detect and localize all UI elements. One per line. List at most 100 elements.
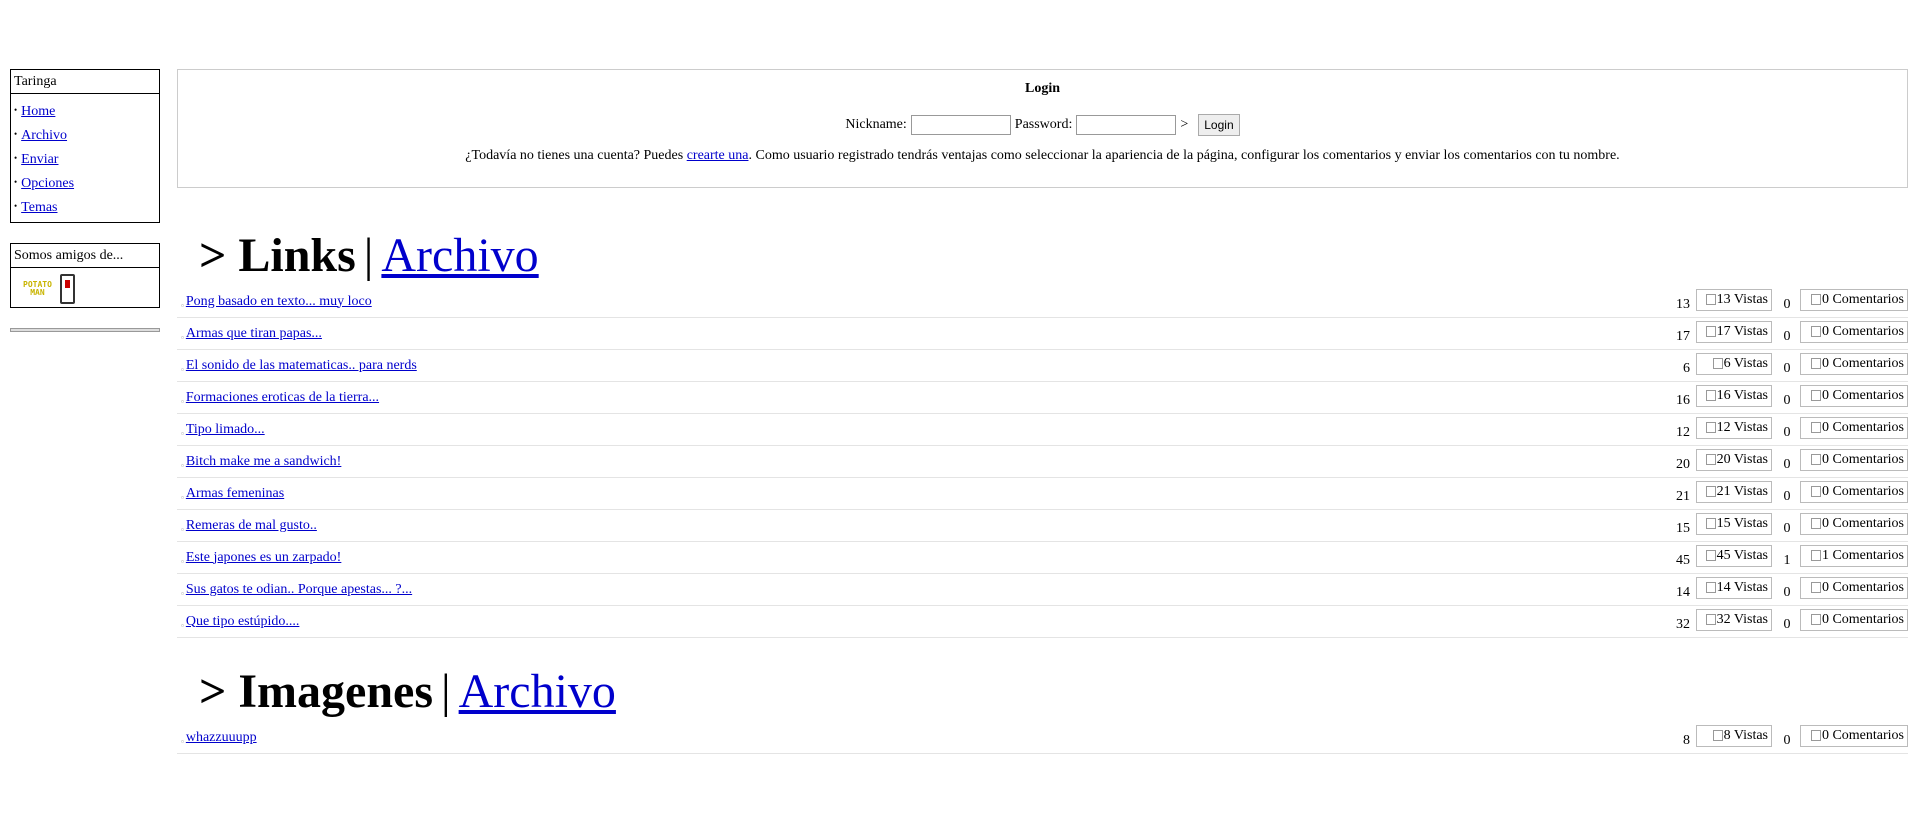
links-archive-link[interactable]: Archivo xyxy=(381,229,538,282)
views-alt-text: 16 Vistas xyxy=(1716,387,1768,403)
images-heading: > Imagenes | Archivo xyxy=(199,668,1908,716)
comments-alt-text: 0 Comentarios xyxy=(1821,323,1904,339)
views-count: 6 xyxy=(1683,360,1690,376)
views-image: 15 Vistas xyxy=(1696,512,1772,535)
comments-image[interactable]: 0 Comentarios xyxy=(1800,608,1908,631)
item-link[interactable]: whazzuuupp xyxy=(186,730,257,745)
item-marker-icon: ▫ xyxy=(181,332,184,342)
comments-count: 0 xyxy=(1783,732,1791,748)
item-title-cell: ▫ Este japones es un zarpado! xyxy=(177,550,1660,566)
sidebar-item-opciones: • Opciones xyxy=(14,171,156,195)
views-count: 12 xyxy=(1676,424,1690,440)
comments-image[interactable]: 0 Comentarios xyxy=(1800,480,1908,503)
item-link[interactable]: Sus gatos te odian.. Porque apestas... ?… xyxy=(186,582,412,597)
item-link[interactable]: Armas femeninas xyxy=(186,486,284,501)
list-item: ▫ Tipo limado... 12 12 Vistas 0 0 Comentarios xyxy=(177,414,1908,446)
item-marker-icon: ▫ xyxy=(181,588,184,598)
sidebar-nav: • Home • Archivo • Enviar • Opciones • Temas xyxy=(11,94,159,222)
nickname-input[interactable] xyxy=(910,115,1011,135)
comments-alt-text: 0 Comentarios xyxy=(1821,387,1904,403)
comments-image[interactable]: 0 Comentarios xyxy=(1800,512,1908,535)
broken-image-icon xyxy=(1810,550,1821,561)
comments-count: 0 xyxy=(1783,584,1791,600)
login-button[interactable]: Login xyxy=(1198,114,1240,136)
comments-count: 0 xyxy=(1783,328,1791,344)
sidebar-link-home[interactable]: Home xyxy=(21,104,55,119)
empty-box xyxy=(10,328,160,332)
broken-image-icon xyxy=(1810,358,1821,369)
item-title-cell: ▫ whazzuuupp xyxy=(177,730,1660,746)
item-marker-icon: ▫ xyxy=(181,396,184,406)
views-count: 32 xyxy=(1676,616,1690,632)
item-link[interactable]: El sonido de las matematicas.. para nerd… xyxy=(186,358,417,373)
comments-count: 0 xyxy=(1783,296,1791,312)
sidebar: Taringa • Home • Archivo • Enviar • Opciones… xyxy=(10,69,160,332)
views-alt-text: 17 Vistas xyxy=(1716,323,1768,339)
comments-image[interactable]: 0 Comentarios xyxy=(1800,448,1908,471)
bullet-icon: • xyxy=(14,105,18,115)
item-link[interactable]: Que tipo estúpido.... xyxy=(186,614,300,629)
comments-image[interactable]: 0 Comentarios xyxy=(1800,352,1908,375)
comments-image[interactable]: 0 Comentarios xyxy=(1800,576,1908,599)
friends-title: Somos amigos de... xyxy=(11,244,159,268)
password-label: Password: xyxy=(1014,117,1073,132)
links-heading-title: Links xyxy=(238,229,356,282)
item-link[interactable]: Armas que tiran papas... xyxy=(186,326,322,341)
item-link[interactable]: Pong basado en texto... muy loco xyxy=(186,294,372,309)
comments-image[interactable]: 0 Comentarios xyxy=(1800,416,1908,439)
register-note-after: . Como usuario registrado tendrás ventaj… xyxy=(748,148,1620,163)
phone-logo-icon[interactable] xyxy=(59,274,75,304)
sidebar-link-archivo[interactable]: Archivo xyxy=(21,128,67,143)
bullet-icon: • xyxy=(14,201,18,211)
broken-image-icon xyxy=(1705,454,1716,465)
comments-image[interactable]: 0 Comentarios xyxy=(1800,320,1908,343)
views-alt-text: 32 Vistas xyxy=(1716,611,1768,627)
item-link[interactable]: Formaciones eroticas de la tierra... xyxy=(186,390,379,405)
views-alt-text: 12 Vistas xyxy=(1716,419,1768,435)
item-link[interactable]: Este japones es un zarpado! xyxy=(186,550,342,565)
register-link[interactable]: crearte una xyxy=(687,148,749,163)
item-title-cell: ▫ Que tipo estúpido.... xyxy=(177,614,1660,630)
item-title-cell: ▫ Formaciones eroticas de la tierra... xyxy=(177,390,1660,406)
images-archive-link[interactable]: Archivo xyxy=(459,665,616,718)
comments-image[interactable]: 0 Comentarios xyxy=(1800,288,1908,311)
sidebar-link-temas[interactable]: Temas xyxy=(21,200,57,215)
nickname-label: Nickname: xyxy=(845,117,907,132)
item-link[interactable]: Remeras de mal gusto.. xyxy=(186,518,317,533)
list-item: ▫ El sonido de las matematicas.. para ner… xyxy=(177,350,1908,382)
sidebar-title: Taringa xyxy=(11,70,159,94)
list-item: ▫ Este japones es un zarpado! 45 45 Vistas 1… xyxy=(177,542,1908,574)
views-image: 17 Vistas xyxy=(1696,320,1772,343)
broken-image-icon xyxy=(1705,614,1716,625)
potato-man-logo[interactable]: POTATO MAN xyxy=(23,281,52,297)
sidebar-item-home: • Home xyxy=(14,99,156,123)
item-marker-icon: ▫ xyxy=(181,620,184,630)
comments-alt-text: 0 Comentarios xyxy=(1821,355,1904,371)
login-form: Nickname: Password: > Login xyxy=(178,114,1907,136)
comments-image[interactable]: 0 Comentarios xyxy=(1800,384,1908,407)
views-image: 32 Vistas xyxy=(1696,608,1772,631)
comments-alt-text: 1 Comentarios xyxy=(1821,547,1904,563)
comments-image[interactable]: 1 Comentarios xyxy=(1800,544,1908,567)
views-count: 14 xyxy=(1676,584,1690,600)
views-count: 8 xyxy=(1683,732,1690,748)
register-note-before: ¿Todavía no tienes una cuenta? Puedes xyxy=(465,148,687,163)
views-count: 45 xyxy=(1676,552,1690,568)
broken-image-icon xyxy=(1810,486,1821,497)
views-image: 14 Vistas xyxy=(1696,576,1772,599)
links-list: ▫ Pong basado en texto... muy loco 13 13 Vi… xyxy=(177,286,1908,638)
item-title-cell: ▫ Armas femeninas xyxy=(177,486,1660,502)
sidebar-link-opciones[interactable]: Opciones xyxy=(21,176,74,191)
item-marker-icon: ▫ xyxy=(181,364,184,374)
sidebar-link-enviar[interactable]: Enviar xyxy=(21,152,58,167)
password-input[interactable] xyxy=(1076,115,1177,135)
views-image: 6 Vistas xyxy=(1696,352,1772,375)
broken-image-icon xyxy=(1810,454,1821,465)
item-link[interactable]: Bitch make me a sandwich! xyxy=(186,454,342,469)
comments-alt-text: 0 Comentarios xyxy=(1821,611,1904,627)
views-alt-text: 14 Vistas xyxy=(1716,579,1768,595)
views-alt-text: 45 Vistas xyxy=(1716,547,1768,563)
item-link[interactable]: Tipo limado... xyxy=(186,422,265,437)
comments-image[interactable]: 0 Comentarios xyxy=(1800,724,1908,747)
broken-image-icon xyxy=(1705,422,1716,433)
